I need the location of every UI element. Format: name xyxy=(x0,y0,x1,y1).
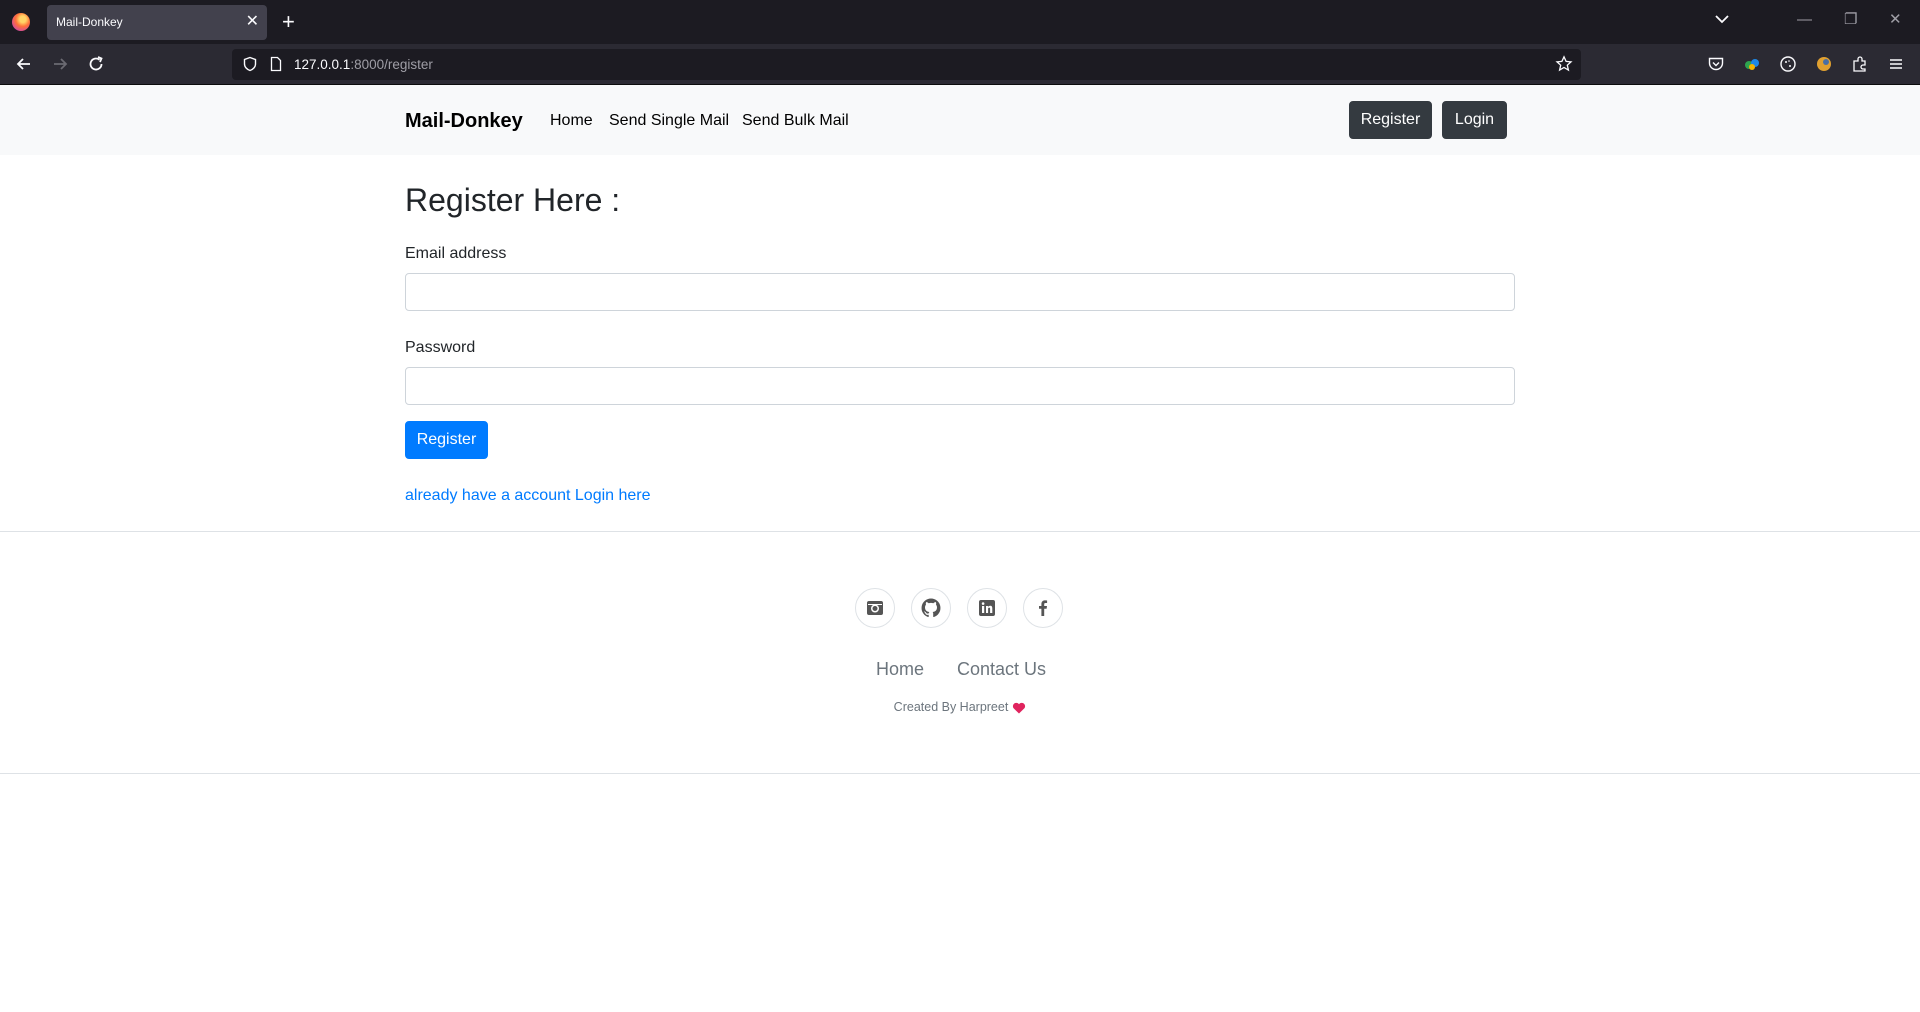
forward-arrow-icon[interactable] xyxy=(50,54,70,74)
new-tab-button[interactable]: + xyxy=(282,9,295,35)
page-title: Register Here : xyxy=(405,182,621,218)
footer-link-contact-us[interactable]: Contact Us xyxy=(957,659,1046,680)
back-arrow-icon[interactable] xyxy=(14,54,34,74)
facebook-icon[interactable] xyxy=(1023,588,1063,628)
browser-tab-strip: Mail-Donkey ✕ + — ❐ ✕ xyxy=(0,0,1920,44)
extensions-puzzle-icon[interactable] xyxy=(1851,55,1869,73)
hamburger-menu-icon[interactable] xyxy=(1887,55,1905,73)
pocket-icon[interactable] xyxy=(1707,55,1725,73)
extension-avatar-icon[interactable] xyxy=(1815,55,1833,73)
github-icon[interactable] xyxy=(911,588,951,628)
url-bar[interactable]: 127.0.0.1:8000/register xyxy=(232,49,1581,80)
instagram-icon[interactable] xyxy=(855,588,895,628)
heart-icon xyxy=(1013,702,1026,714)
password-field[interactable] xyxy=(405,367,1515,405)
footer-credit: Created By Harpreet xyxy=(0,700,1920,714)
bookmark-star-icon[interactable] xyxy=(1555,55,1573,73)
register-nav-button[interactable]: Register xyxy=(1349,101,1432,139)
site-brand[interactable]: Mail-Donkey xyxy=(405,110,523,133)
nav-link-home[interactable]: Home xyxy=(550,112,593,130)
footer-link-home[interactable]: Home xyxy=(876,659,924,680)
linkedin-icon[interactable] xyxy=(967,588,1007,628)
restore-button[interactable]: ❐ xyxy=(1844,10,1857,30)
login-nav-button[interactable]: Login xyxy=(1442,101,1507,139)
shield-icon[interactable] xyxy=(242,56,258,72)
register-submit-button[interactable]: Register xyxy=(405,421,488,459)
reload-icon[interactable] xyxy=(86,54,106,74)
login-here-link[interactable]: already have a account Login here xyxy=(405,487,651,505)
url-text[interactable]: 127.0.0.1:8000/register xyxy=(294,57,433,72)
tab-title: Mail-Donkey xyxy=(56,15,123,29)
url-host: 127.0.0.1 xyxy=(294,57,351,72)
email-field[interactable] xyxy=(405,273,1515,311)
cookie-icon[interactable] xyxy=(1779,55,1797,73)
tab-close-icon[interactable]: ✕ xyxy=(246,12,259,32)
url-path: :8000/register xyxy=(350,57,433,72)
credit-text: Created By Harpreet xyxy=(893,700,1009,714)
email-label: Email address xyxy=(405,245,507,262)
browser-toolbar: 127.0.0.1:8000/register xyxy=(0,44,1920,85)
password-label: Password xyxy=(405,339,476,356)
nav-link-send-bulk-mail[interactable]: Send Bulk Mail xyxy=(742,112,849,130)
site-navbar: Mail-Donkey Home Send Single Mail Send B… xyxy=(0,85,1920,155)
page-icon[interactable] xyxy=(268,56,284,72)
close-window-button[interactable]: ✕ xyxy=(1889,10,1902,30)
nav-link-send-single-mail[interactable]: Send Single Mail xyxy=(609,112,729,130)
extension-colorful-icon[interactable] xyxy=(1743,55,1761,73)
minimize-button[interactable]: — xyxy=(1797,10,1812,30)
footer: Home Contact Us Created By Harpreet xyxy=(0,531,1920,774)
browser-tab[interactable]: Mail-Donkey ✕ xyxy=(47,5,267,40)
tab-list-chevron-icon[interactable] xyxy=(1713,10,1731,28)
firefox-logo-icon xyxy=(12,13,30,31)
